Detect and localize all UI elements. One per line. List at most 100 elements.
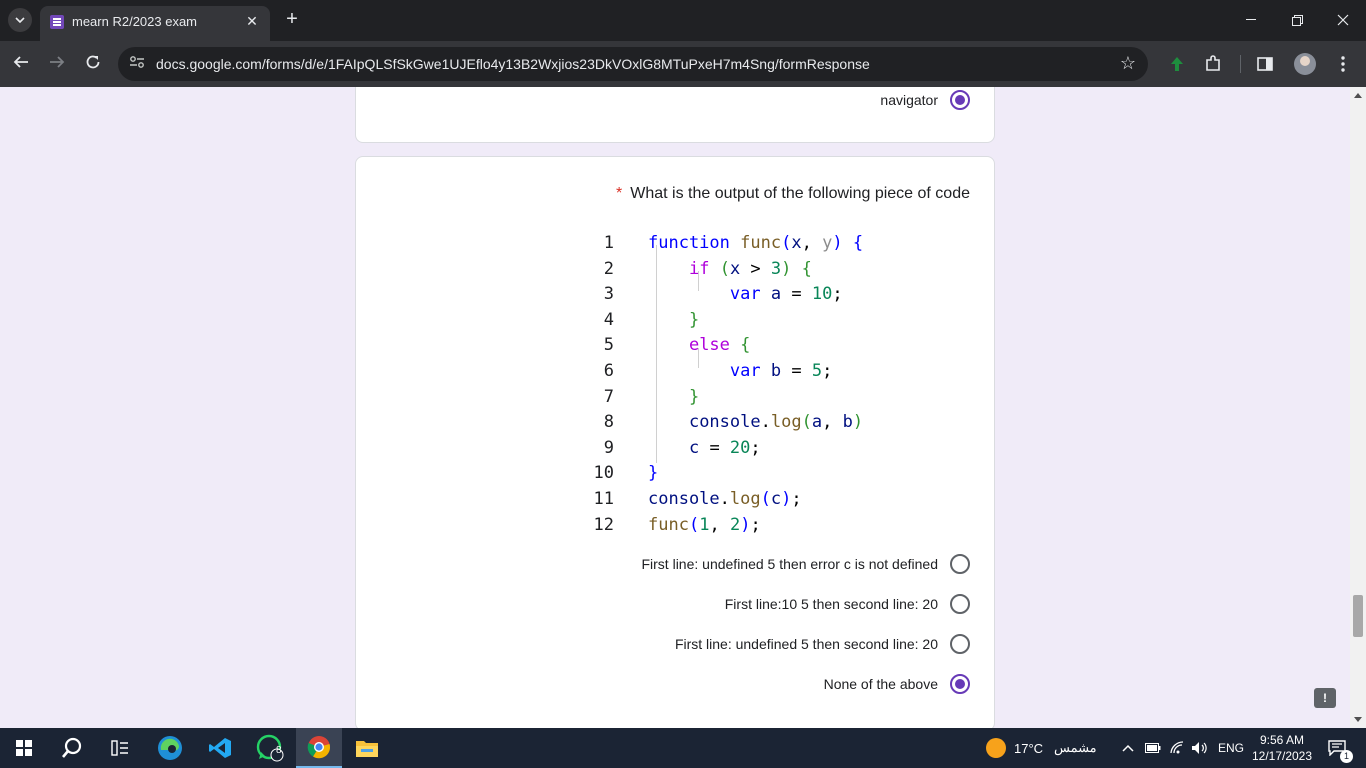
option-4[interactable]: None of the above bbox=[824, 672, 970, 696]
back-button[interactable] bbox=[8, 51, 34, 77]
tab-strip: mearn R2/2023 exam ✕ + bbox=[0, 0, 1366, 41]
code-text: } bbox=[688, 309, 700, 330]
code-text: function func(x, y) { bbox=[648, 233, 864, 253]
side-panel-icon[interactable] bbox=[1254, 53, 1276, 75]
option-navigator[interactable]: navigator bbox=[880, 88, 970, 112]
address-bar[interactable]: docs.google.com/forms/d/e/1FAIpQLSfSkGwe… bbox=[118, 47, 1148, 81]
new-tab-button[interactable]: + bbox=[282, 9, 302, 29]
tab-search-button[interactable] bbox=[8, 8, 32, 32]
radio-button-selected[interactable] bbox=[950, 674, 970, 694]
option-label: None of the above bbox=[823, 676, 938, 692]
search-icon bbox=[62, 737, 82, 758]
clock-time: 9:56 AM bbox=[1259, 733, 1305, 747]
windows-taskbar: 8 17°C مشمس ENG 9:56 AM 12/17/2023 1 bbox=[0, 728, 1366, 768]
option-label: navigator bbox=[880, 92, 938, 108]
taskbar-search-button[interactable] bbox=[48, 728, 96, 768]
browser-menu-icon[interactable] bbox=[1332, 53, 1354, 75]
form-page: navigator * What is the output of the fol… bbox=[0, 87, 1350, 728]
tab-close-icon[interactable]: ✕ bbox=[242, 11, 262, 31]
reload-button[interactable] bbox=[80, 51, 106, 77]
code-line: 3 var a = 10; bbox=[586, 282, 906, 308]
question-text: What is the output of the following piec… bbox=[630, 185, 970, 202]
taskbar-file-explorer[interactable] bbox=[344, 728, 390, 768]
bookmark-star-icon[interactable]: ☆ bbox=[1120, 53, 1136, 74]
scrollbar-thumb[interactable] bbox=[1353, 595, 1363, 637]
restore-button[interactable] bbox=[1274, 0, 1320, 40]
scroll-up-icon[interactable] bbox=[1354, 93, 1362, 98]
radio-button[interactable] bbox=[950, 594, 970, 614]
radio-button[interactable] bbox=[950, 634, 970, 654]
code-line: 5 else { bbox=[586, 333, 906, 359]
code-line: 2 if (x > 3) { bbox=[586, 257, 906, 283]
line-number: 6 bbox=[603, 360, 614, 381]
page-scrollbar[interactable] bbox=[1350, 87, 1366, 728]
task-view-button[interactable] bbox=[96, 728, 144, 768]
windows-logo-icon bbox=[16, 740, 32, 756]
start-button[interactable] bbox=[0, 728, 48, 768]
browser-tab[interactable]: mearn R2/2023 exam ✕ bbox=[40, 6, 270, 41]
extension-green-icon[interactable] bbox=[1166, 53, 1188, 75]
weather-description[interactable]: مشمس bbox=[1054, 728, 1097, 768]
notification-center-button[interactable]: 1 bbox=[1320, 728, 1354, 768]
chevron-down-icon bbox=[15, 17, 25, 23]
line-number: 4 bbox=[603, 309, 614, 330]
taskbar-edge[interactable] bbox=[146, 728, 194, 768]
line-number: 12 bbox=[593, 514, 614, 535]
forward-button[interactable] bbox=[44, 51, 70, 77]
code-text: var a = 10; bbox=[729, 284, 843, 305]
line-number: 2 bbox=[603, 258, 614, 279]
code-image: 1 function func(x, y) { 2 if (x > 3) { 3 … bbox=[586, 231, 906, 538]
code-line: 8 console.log(a, b) bbox=[586, 410, 906, 436]
code-text: func(1, 2); bbox=[648, 514, 761, 535]
wifi-icon[interactable] bbox=[1168, 728, 1188, 768]
clock-date: 12/17/2023 bbox=[1251, 749, 1313, 763]
clock[interactable]: 9:56 AM 12/17/2023 bbox=[1250, 728, 1314, 768]
taskbar-whatsapp[interactable]: 8 bbox=[246, 728, 294, 768]
code-line: 11 console.log(c); bbox=[586, 487, 906, 513]
report-issue-icon[interactable]: ! bbox=[1314, 688, 1336, 708]
code-text: else { bbox=[688, 335, 751, 356]
code-text: if (x > 3) { bbox=[688, 258, 812, 279]
required-asterisk: * bbox=[616, 185, 623, 202]
previous-question-card: navigator bbox=[355, 87, 995, 143]
profile-avatar[interactable] bbox=[1294, 53, 1316, 75]
vscode-icon bbox=[209, 738, 231, 758]
back-arrow-icon bbox=[13, 56, 28, 68]
restore-icon bbox=[1291, 14, 1303, 26]
code-line: 12 func(1, 2); bbox=[586, 513, 906, 539]
line-number: 7 bbox=[603, 386, 614, 407]
weather-temperature[interactable]: 17°C bbox=[1014, 728, 1043, 768]
option-2[interactable]: First line:10 5 then second line: 20 bbox=[725, 592, 970, 616]
code-line: 1 function func(x, y) { bbox=[586, 231, 906, 257]
minimize-button[interactable] bbox=[1228, 0, 1274, 40]
site-info-icon[interactable] bbox=[128, 55, 146, 73]
close-window-button[interactable] bbox=[1320, 0, 1366, 40]
input-language[interactable]: ENG bbox=[1218, 728, 1244, 768]
task-view-icon bbox=[111, 740, 128, 756]
radio-button-selected[interactable] bbox=[950, 90, 970, 110]
show-hidden-icons-icon[interactable] bbox=[1118, 728, 1138, 768]
code-line: 6 var b = 5; bbox=[586, 359, 906, 385]
whatsapp-badge: 8 bbox=[276, 745, 282, 756]
battery-icon[interactable] bbox=[1144, 728, 1162, 768]
taskbar-vscode[interactable] bbox=[196, 728, 244, 768]
option-3[interactable]: First line: undefined 5 then second line… bbox=[675, 632, 970, 656]
weather-sun-icon[interactable] bbox=[984, 728, 1008, 768]
option-1[interactable]: First line: undefined 5 then error c is … bbox=[641, 552, 970, 576]
volume-icon[interactable] bbox=[1190, 728, 1210, 768]
scroll-down-icon[interactable] bbox=[1354, 717, 1362, 722]
code-line: 7 } bbox=[586, 385, 906, 411]
forward-arrow-icon bbox=[50, 56, 65, 68]
question-title: * What is the output of the following pie… bbox=[616, 185, 970, 203]
taskbar-chrome[interactable] bbox=[296, 728, 342, 768]
line-number: 11 bbox=[593, 488, 614, 509]
radio-button[interactable] bbox=[950, 554, 970, 574]
code-line: 4 } bbox=[586, 308, 906, 334]
line-number: 3 bbox=[603, 284, 614, 305]
minimize-icon bbox=[1246, 19, 1256, 20]
code-text: console.log(a, b) bbox=[688, 412, 864, 433]
option-label: First line:10 5 then second line: 20 bbox=[724, 596, 938, 612]
extensions-puzzle-icon[interactable] bbox=[1202, 53, 1224, 75]
line-number: 9 bbox=[603, 437, 614, 458]
chrome-icon bbox=[307, 736, 331, 759]
